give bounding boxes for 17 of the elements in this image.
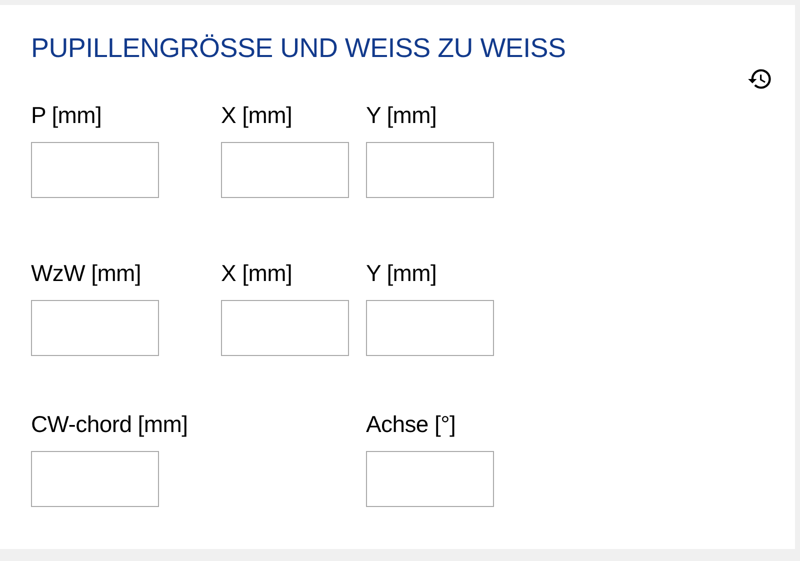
input-field[interactable] <box>31 451 159 507</box>
field-label: X [mm] <box>221 102 292 128</box>
input-field[interactable] <box>221 142 349 198</box>
input-field[interactable] <box>366 142 494 198</box>
field-label: Achse [°] <box>366 411 456 437</box>
field-label: WzW [mm] <box>31 260 142 286</box>
input-field[interactable] <box>221 300 349 356</box>
field-label: P [mm] <box>31 102 102 128</box>
input-field[interactable] <box>366 451 494 507</box>
field-label: X [mm] <box>221 260 292 286</box>
field-label: Y [mm] <box>366 102 437 128</box>
input-field[interactable] <box>366 300 494 356</box>
input-field[interactable] <box>31 300 159 356</box>
section-title: PUPILLENGRÖSSE UND WEISS ZU WEISS <box>31 32 566 65</box>
field-label: CW-chord [mm] <box>31 411 188 437</box>
field-label: Y [mm] <box>366 260 437 286</box>
input-field[interactable] <box>31 142 159 198</box>
